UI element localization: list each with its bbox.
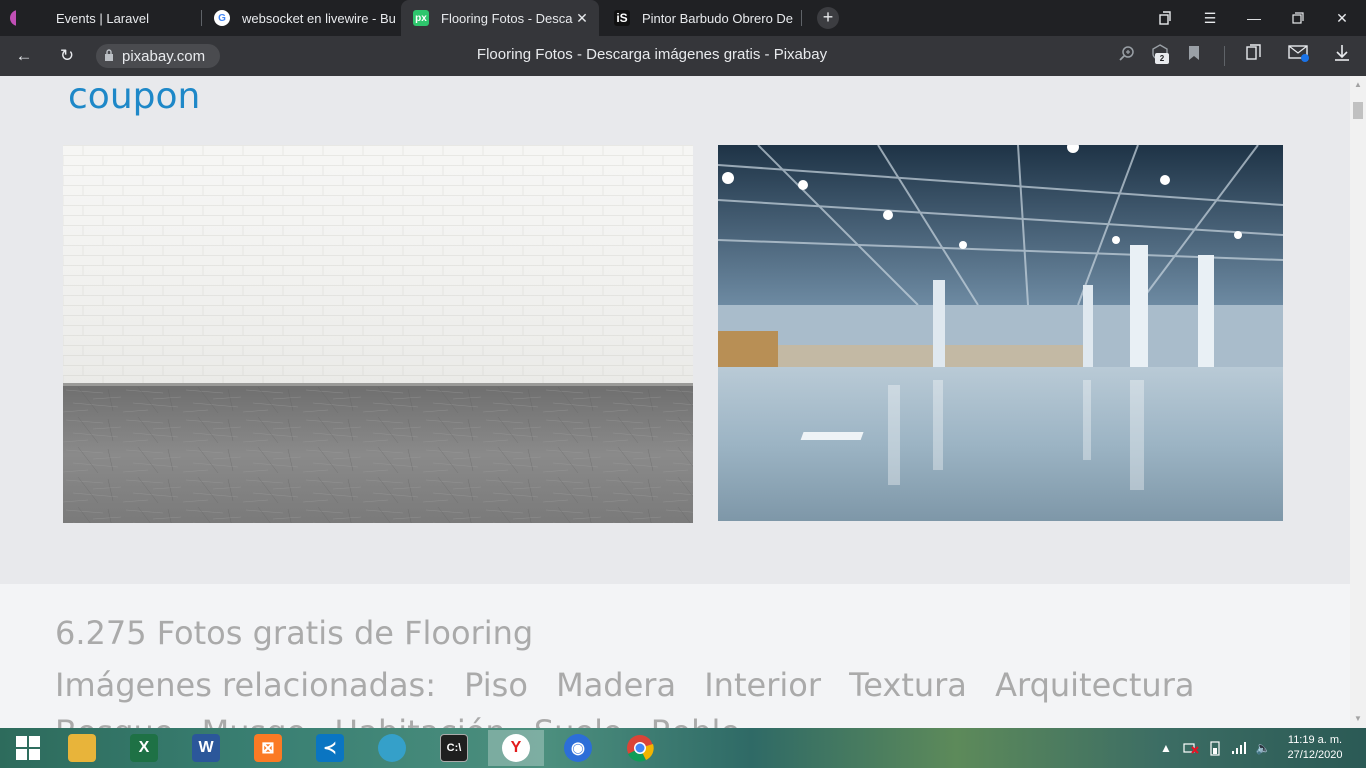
zoom-icon[interactable] [1115, 44, 1139, 68]
firefox-icon[interactable]: ◉ [550, 730, 606, 766]
related-tag-madera[interactable]: Madera [556, 666, 676, 704]
tab-label: Pintor Barbudo Obrero De [642, 10, 794, 26]
bookmark-icon[interactable] [1182, 44, 1206, 68]
postgres-icon[interactable] [364, 730, 420, 766]
minimize-button[interactable]: — [1232, 0, 1276, 36]
tab-label: Flooring Fotos - Descarg [441, 10, 573, 26]
volume-icon[interactable]: 🔈 [1254, 728, 1272, 768]
mail-icon[interactable] [1287, 44, 1311, 68]
related-tag-bosque[interactable]: Bosque [55, 713, 173, 728]
scroll-thumb[interactable] [1353, 102, 1363, 119]
clock-date: 27/12/2020 [1287, 749, 1343, 761]
related-label: Imágenes relacionadas: [55, 666, 436, 704]
clock-time: 11:19 a. m. [1287, 734, 1343, 746]
results-section: 6.275 Fotos gratis de Flooring Imágenes … [0, 584, 1350, 728]
page-title: Flooring Fotos - Descarga imágenes grati… [476, 46, 828, 63]
collections-icon[interactable] [1242, 44, 1266, 68]
terminal-icon[interactable]: C:\ [426, 730, 482, 766]
scroll-down-icon[interactable]: ▼ [1350, 712, 1366, 726]
tab-search-icon[interactable] [1143, 0, 1187, 36]
related-tag-textura[interactable]: Textura [849, 666, 967, 704]
tab-label: websocket en livewire - Bu [242, 10, 396, 26]
yandex-browser-icon[interactable]: Y [488, 730, 544, 766]
related-tag-arquitectura[interactable]: Arquitectura [995, 666, 1194, 704]
tray-overflow-icon[interactable]: ▲ [1158, 728, 1174, 768]
coupon-link[interactable]: coupon [68, 76, 200, 117]
chrome-icon[interactable] [612, 730, 668, 766]
tab-label: Events | Laravel [56, 10, 149, 26]
related-tag-suelo[interactable]: Suelo [534, 713, 623, 728]
tab-events-laravel[interactable]: Events | Laravel [32, 0, 198, 36]
related-images: Imágenes relacionadas: Piso Madera Inter… [55, 662, 1315, 728]
restore-button[interactable] [1276, 0, 1320, 36]
taskbar-clock[interactable]: 11:19 a. m. 27/12/2020 [1282, 733, 1348, 763]
close-tab-icon[interactable]: ✕ [573, 9, 591, 27]
related-tag-interior[interactable]: Interior [704, 666, 821, 704]
related-tag-piso[interactable]: Piso [464, 666, 528, 704]
related-tag-roble[interactable]: Roble [651, 713, 740, 728]
battery-alert-icon[interactable] [1182, 728, 1200, 768]
page-scrollbar[interactable]: ▲ ▼ [1350, 76, 1366, 728]
toolbar-separator [1224, 46, 1225, 66]
xampp-icon[interactable]: ⊠ [240, 730, 296, 766]
tab-websocket-livewire[interactable]: G websocket en livewire - Bu [202, 0, 398, 36]
istock-icon: iS [614, 10, 630, 26]
photo-brick-wall-floor[interactable] [63, 145, 693, 523]
new-tab-button[interactable]: + [817, 7, 839, 29]
results-count: 6.275 Fotos gratis de Flooring [55, 614, 534, 652]
vscode-icon[interactable]: ≺ [302, 730, 358, 766]
network-signal-icon[interactable] [1230, 728, 1248, 768]
pixabay-icon: px [413, 10, 429, 26]
tab-pintor-barbudo[interactable]: iS Pintor Barbudo Obrero De [602, 0, 798, 36]
tab-flooring-fotos[interactable]: px Flooring Fotos - Descarg ✕ [401, 0, 599, 36]
excel-icon[interactable]: X [116, 730, 172, 766]
word-icon[interactable]: W [178, 730, 234, 766]
download-icon[interactable] [1330, 44, 1354, 68]
close-window-button[interactable]: ✕ [1320, 0, 1364, 36]
related-tag-habitacion[interactable]: Habitación [334, 713, 505, 728]
notification-badge: 2 [1155, 53, 1169, 64]
tab-separator [801, 10, 802, 26]
page-viewport: coupon 6.275 Fotos gratis de Flooring Im… [0, 76, 1350, 728]
scroll-up-icon[interactable]: ▲ [1350, 78, 1366, 92]
tab-strip: Events | Laravel G websocket en livewire… [0, 0, 1366, 36]
file-explorer-icon[interactable] [54, 730, 110, 766]
related-tag-musgo[interactable]: Musgo [202, 713, 306, 728]
google-icon: G [214, 10, 230, 26]
windows-start-icon[interactable] [0, 730, 56, 766]
menu-icon[interactable]: ☰ [1188, 0, 1232, 36]
battery-icon[interactable] [1206, 728, 1224, 768]
browser-menu-icon[interactable] [0, 0, 16, 36]
windows-taskbar: X W ⊠ ≺ C:\ Y ◉ ▲ 🔈 11:19 a. m. 27/12/20… [0, 728, 1366, 768]
photo-warehouse-floor[interactable] [718, 145, 1283, 521]
